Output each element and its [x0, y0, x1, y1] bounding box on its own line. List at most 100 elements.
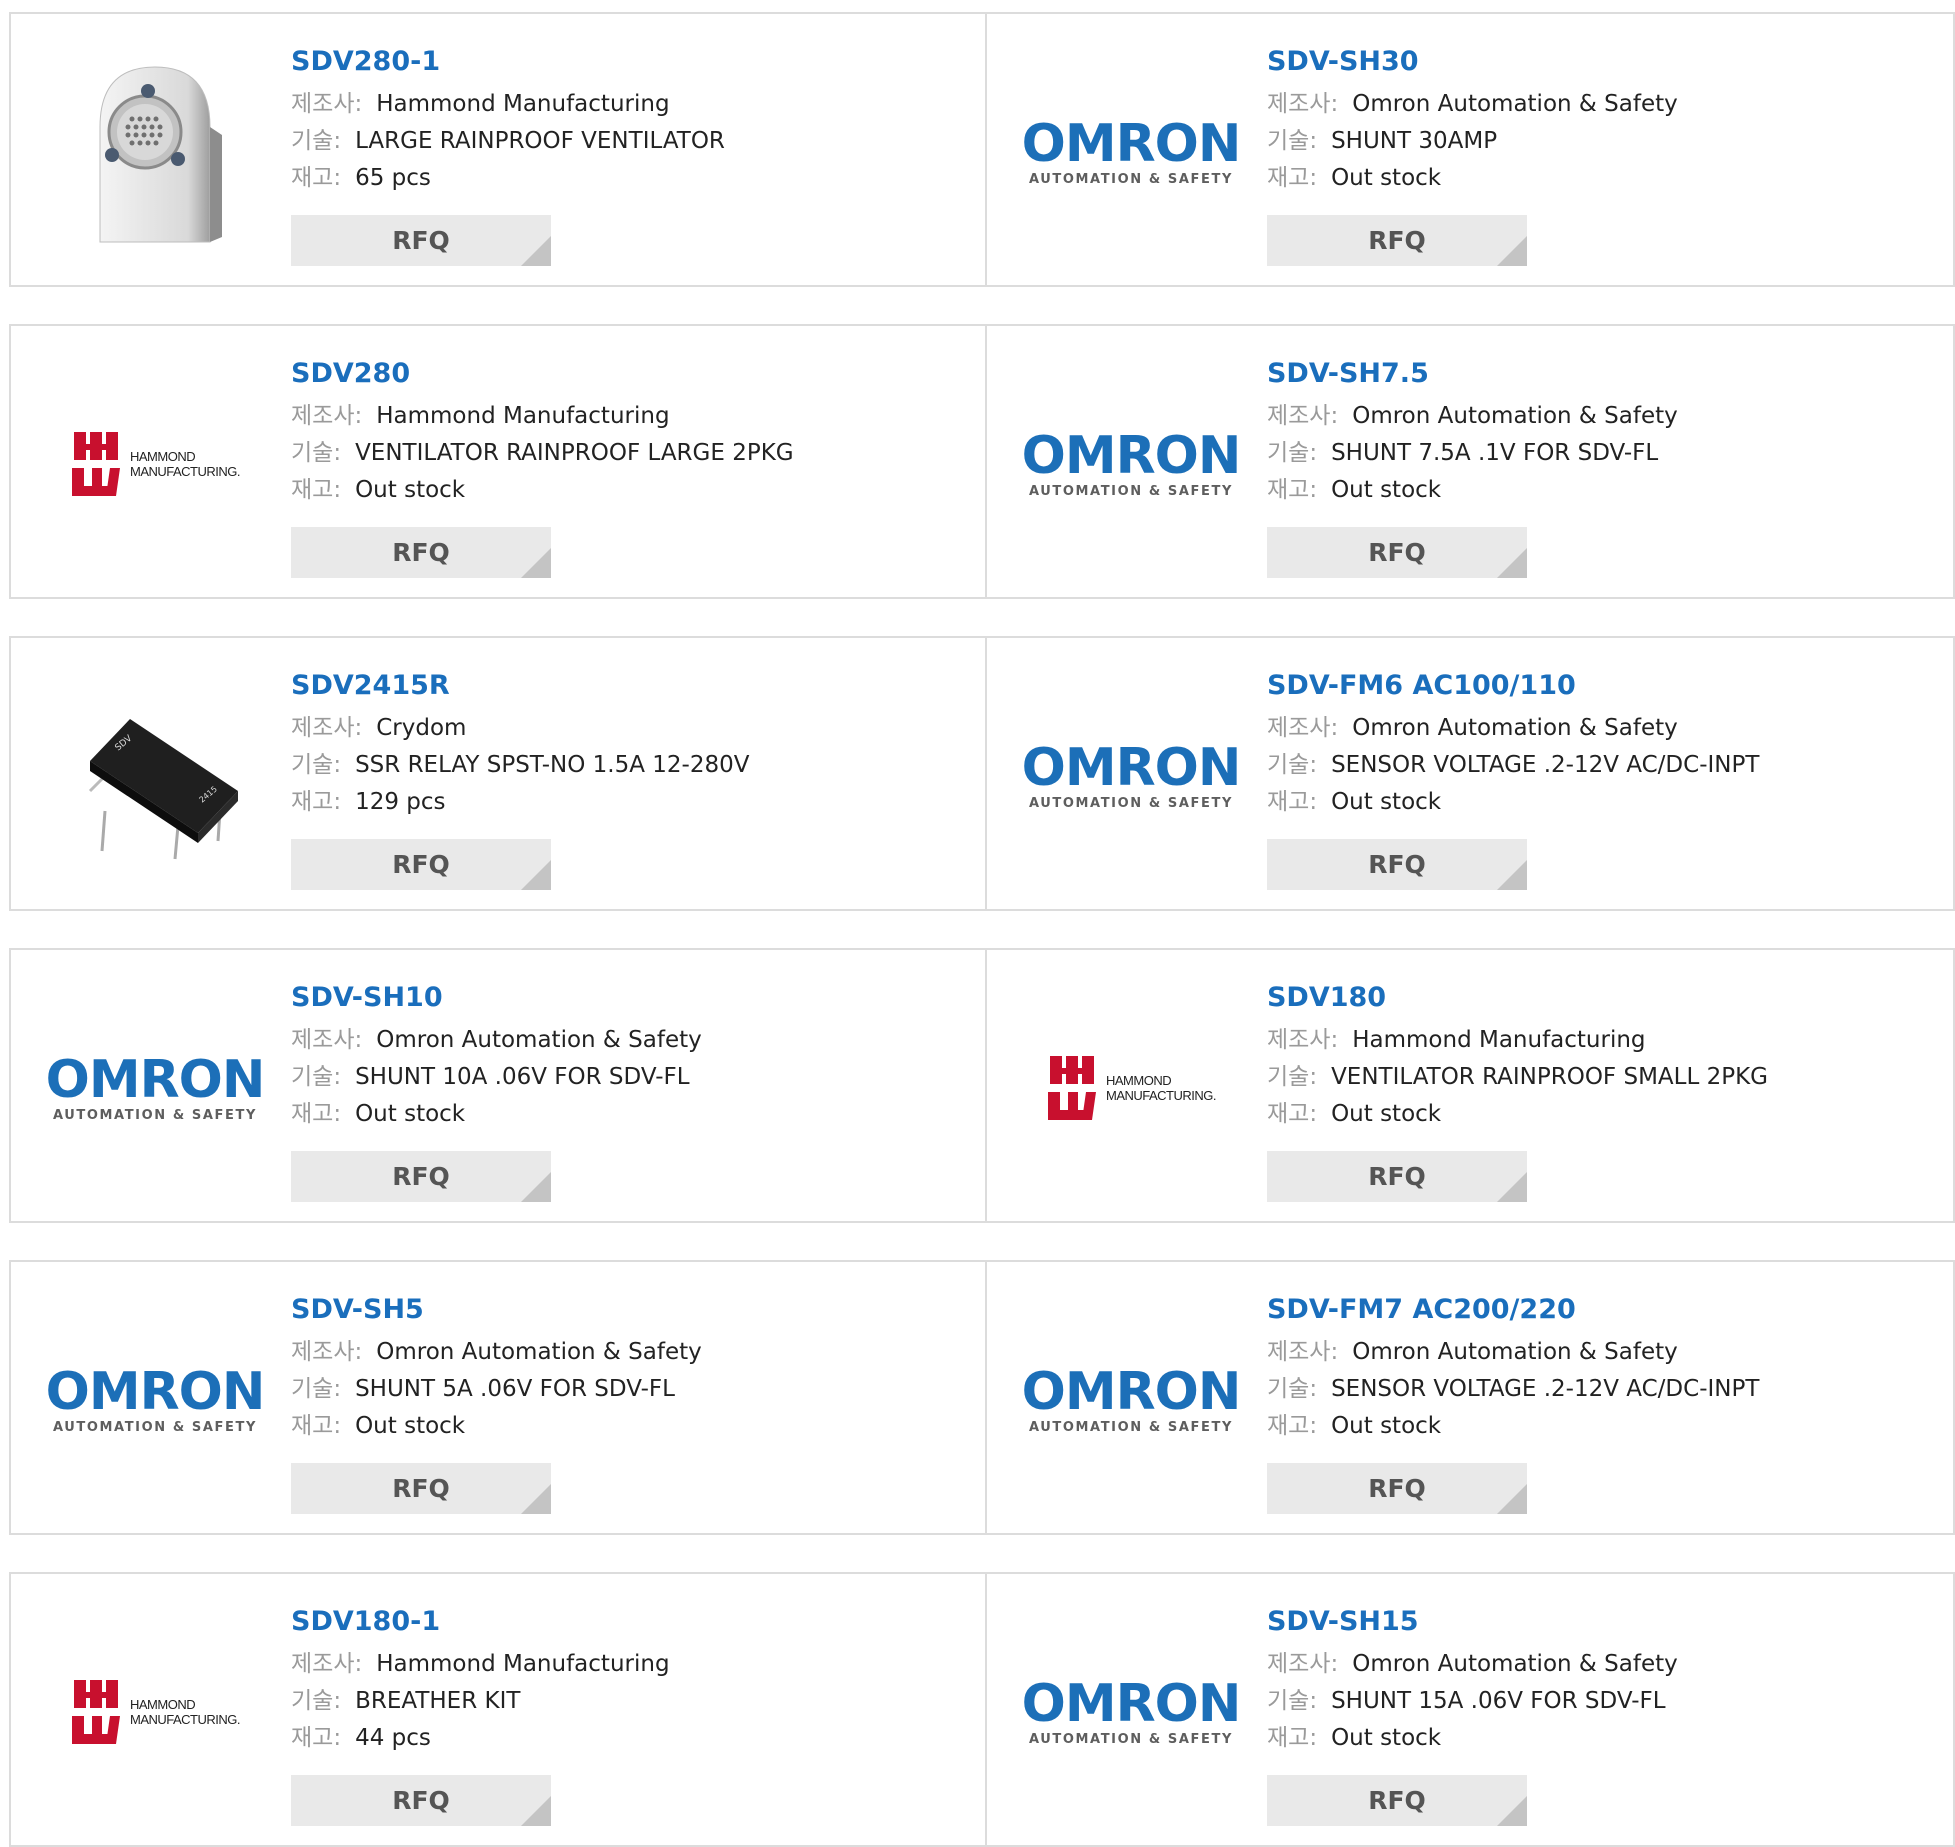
rfq-label: RFQ	[1368, 1474, 1426, 1503]
description-label: 기술	[291, 440, 334, 466]
product-card: OMRON AUTOMATION & SAFETY SDV-FM6 AC100/…	[984, 638, 1953, 909]
description-line: 기술: BREATHER KIT	[291, 1683, 975, 1720]
omron-logo-name: OMRON	[45, 1361, 266, 1422]
product-image[interactable]: OMRON AUTOMATION & SAFETY	[46, 1295, 266, 1505]
product-image[interactable]: OMRON AUTOMATION & SAFETY	[1022, 359, 1242, 569]
label-colon: :	[333, 440, 342, 466]
part-number-link[interactable]: SDV180	[1267, 980, 1943, 1016]
rfq-button[interactable]: RFQ	[291, 215, 551, 266]
stock-line: 재고: Out stock	[1267, 1096, 1943, 1133]
manufacturer-value: Omron Automation & Safety	[1352, 1339, 1678, 1365]
omron-logo-name: OMRON	[1021, 1361, 1242, 1422]
rfq-label: RFQ	[392, 538, 450, 567]
rfq-button[interactable]: RFQ	[291, 527, 551, 578]
product-image[interactable]: HAMMOND MANUFACTURING.	[1026, 983, 1236, 1193]
description-label: 기술	[1266, 128, 1310, 154]
label-colon: :	[333, 752, 342, 778]
manufacturer-line: 제조사: Omron Automation & Safety	[291, 1022, 975, 1059]
manufacturer-value: Hammond Manufacturing	[376, 1651, 670, 1677]
product-image[interactable]: OMRON AUTOMATION & SAFETY	[1022, 47, 1242, 257]
product-image[interactable]: HAMMOND MANUFACTURING.	[50, 1607, 260, 1817]
label-colon: :	[354, 91, 363, 117]
hammond-mark-icon	[1047, 1056, 1096, 1120]
label-colon: :	[1330, 1651, 1339, 1677]
product-row: HAMMOND MANUFACTURING. SDV280 제조사: Hammond…	[9, 324, 1955, 599]
manufacturer-line: 제조사: Omron Automation & Safety	[1267, 710, 1943, 747]
part-number-link[interactable]: SDV-SH15	[1267, 1604, 1943, 1640]
product-image[interactable]: OMRON AUTOMATION & SAFETY	[1022, 1295, 1242, 1505]
rfq-label: RFQ	[1368, 538, 1426, 567]
stock-label: 재고	[291, 1725, 334, 1751]
corner-fold-icon	[1496, 548, 1527, 578]
rfq-button[interactable]: RFQ	[1266, 839, 1527, 890]
rfq-button[interactable]: RFQ	[1266, 1775, 1527, 1826]
omron-logo-icon: OMRON AUTOMATION & SAFETY	[1022, 1678, 1242, 1747]
hammond-mark-icon	[72, 1680, 120, 1744]
rfq-button[interactable]: RFQ	[291, 1463, 551, 1514]
stock-value: Out stock	[1331, 477, 1442, 503]
description-label: 기술	[291, 1376, 334, 1402]
stock-line: 재고: Out stock	[291, 1096, 975, 1133]
rfq-button[interactable]: RFQ	[291, 839, 551, 890]
product-card: HAMMOND MANUFACTURING. SDV180-1 제조사: Hammo…	[11, 1574, 985, 1845]
stock-line: 재고: Out stock	[1267, 784, 1943, 821]
description-label: 기술	[291, 752, 334, 778]
product-card: SDV280-1 제조사: Hammond Manufacturing 기술: LA…	[11, 14, 985, 285]
product-image[interactable]: SDV 2415	[50, 671, 260, 881]
manufacturer-value: Omron Automation & Safety	[376, 1339, 702, 1365]
omron-logo-tagline: AUTOMATION & SAFETY	[1028, 795, 1233, 811]
label-colon: :	[1330, 1339, 1339, 1365]
description-label: 기술	[291, 128, 334, 154]
label-colon: :	[354, 403, 363, 429]
product-image[interactable]	[50, 47, 260, 257]
part-number-link[interactable]: SDV-FM6 AC100/110	[1267, 668, 1943, 704]
rfq-button[interactable]: RFQ	[1266, 215, 1527, 266]
manufacturer-value: Omron Automation & Safety	[1352, 403, 1678, 429]
part-number-link[interactable]: SDV2415R	[291, 668, 975, 704]
product-image[interactable]: OMRON AUTOMATION & SAFETY	[1022, 671, 1242, 881]
manufacturer-label: 제조사	[291, 1027, 355, 1053]
description-line: 기술: SHUNT 7.5A .1V FOR SDV-FL	[1267, 435, 1943, 472]
manufacturer-line: 제조사: Omron Automation & Safety	[1267, 398, 1943, 435]
part-number-link[interactable]: SDV-FM7 AC200/220	[1267, 1292, 1943, 1328]
part-number-link[interactable]: SDV280	[291, 356, 975, 392]
part-number-link[interactable]: SDV-SH10	[291, 980, 975, 1016]
omron-logo-name: OMRON	[1021, 737, 1242, 798]
part-number-link[interactable]: SDV-SH7.5	[1267, 356, 1943, 392]
description-value: SSR RELAY SPST-NO 1.5A 12-280V	[355, 752, 750, 778]
part-number-link[interactable]: SDV280-1	[291, 44, 975, 80]
manufacturer-line: 제조사: Omron Automation & Safety	[291, 1334, 975, 1371]
hammond-logo-icon: HAMMOND MANUFACTURING.	[70, 428, 241, 500]
manufacturer-line: 제조사: Hammond Manufacturing	[291, 86, 975, 123]
product-image[interactable]: OMRON AUTOMATION & SAFETY	[46, 983, 266, 1193]
omron-logo-name: OMRON	[1021, 113, 1242, 174]
description-line: 기술: VENTILATOR RAINPROOF SMALL 2PKG	[1267, 1059, 1943, 1096]
description-line: 기술: LARGE RAINPROOF VENTILATOR	[291, 123, 975, 160]
label-colon: :	[1309, 789, 1318, 815]
rfq-button[interactable]: RFQ	[291, 1775, 551, 1826]
part-number-link[interactable]: SDV-SH5	[291, 1292, 975, 1328]
omron-logo-name: OMRON	[45, 1049, 266, 1110]
manufacturer-value: Omron Automation & Safety	[376, 1027, 702, 1053]
description-line: 기술: SENSOR VOLTAGE .2-12V AC/DC-INPT	[1267, 747, 1943, 784]
relay-photo-icon: SDV 2415	[88, 719, 238, 860]
rfq-button[interactable]: RFQ	[1266, 527, 1527, 578]
rfq-button[interactable]: RFQ	[1266, 1463, 1527, 1514]
hammond-logo-line2: MANUFACTURING.	[130, 464, 241, 479]
product-row: OMRON AUTOMATION & SAFETY SDV-SH10 제조사: O…	[9, 948, 1955, 1223]
part-number-link[interactable]: SDV180-1	[291, 1604, 975, 1640]
description-value: SENSOR VOLTAGE .2-12V AC/DC-INPT	[1331, 752, 1760, 778]
stock-value: Out stock	[1331, 1101, 1442, 1127]
rfq-button[interactable]: RFQ	[291, 1151, 551, 1202]
hammond-logo-icon: HAMMOND MANUFACTURING.	[1046, 1052, 1216, 1124]
rfq-button[interactable]: RFQ	[1266, 1151, 1527, 1202]
omron-logo-tagline: AUTOMATION & SAFETY	[52, 1107, 257, 1123]
description-label: 기술	[291, 1688, 334, 1714]
label-colon: :	[333, 1064, 342, 1090]
label-colon: :	[333, 1413, 342, 1439]
description-line: 기술: SHUNT 30AMP	[1267, 123, 1943, 160]
product-image[interactable]: HAMMOND MANUFACTURING.	[50, 359, 260, 569]
part-number-link[interactable]: SDV-SH30	[1267, 44, 1943, 80]
corner-fold-icon	[521, 236, 551, 266]
product-image[interactable]: OMRON AUTOMATION & SAFETY	[1022, 1607, 1242, 1817]
